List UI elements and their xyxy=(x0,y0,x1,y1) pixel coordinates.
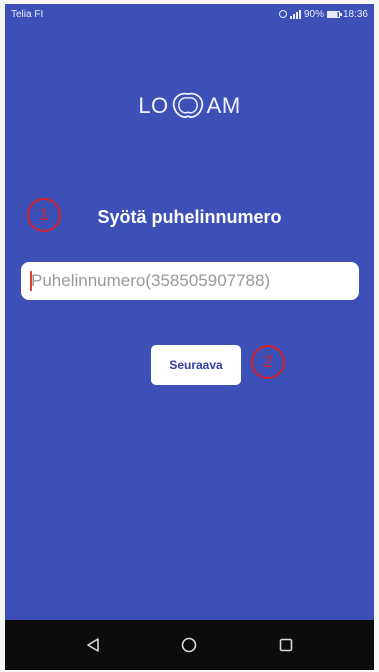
text-cursor xyxy=(30,271,32,291)
battery-icon xyxy=(326,10,342,18)
back-button[interactable] xyxy=(73,625,113,665)
logo-text-left: LO xyxy=(138,93,169,118)
alarm-icon xyxy=(278,10,287,18)
navigation-bar xyxy=(5,620,374,670)
phone-frame: Telia FI 90% 18:36 LO AM Syötä puhelinnu… xyxy=(0,0,379,672)
status-time: 18:36 xyxy=(342,8,368,20)
signal-icon xyxy=(289,9,301,19)
annotation-marker-2: 2 xyxy=(251,345,285,379)
status-bar: Telia FI 90% 18:36 xyxy=(5,4,374,24)
status-indicators: 90% 18:36 xyxy=(278,8,368,20)
home-circle-icon xyxy=(182,637,197,653)
app-screen: Telia FI 90% 18:36 LO AM Syötä puhelinnu… xyxy=(5,4,374,670)
recents-button[interactable] xyxy=(266,625,306,665)
app-logo: LO AM xyxy=(5,86,374,126)
battery-percent: 90% xyxy=(303,8,324,20)
phone-number-input[interactable] xyxy=(21,262,359,300)
carrier-label: Telia FI xyxy=(11,8,44,20)
home-button[interactable] xyxy=(169,625,209,665)
logo-mark-icon xyxy=(172,92,203,118)
back-triangle-icon xyxy=(87,638,99,652)
recents-square-icon xyxy=(279,638,293,652)
logo-text-right: AM xyxy=(206,93,241,118)
annotation-marker-1: 1 xyxy=(27,198,61,232)
next-button[interactable]: Seuraava xyxy=(151,345,241,385)
